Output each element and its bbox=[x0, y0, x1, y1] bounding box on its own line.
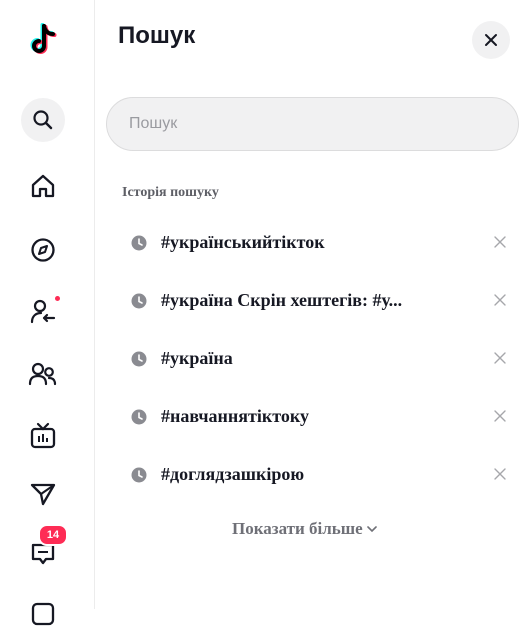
inbox-badge: 14 bbox=[38, 524, 68, 546]
history-item-text: #доглядзашкірою bbox=[161, 464, 305, 484]
search-input[interactable] bbox=[127, 114, 518, 134]
live-nav-button[interactable] bbox=[21, 414, 65, 458]
history-item[interactable]: #україна bbox=[95, 330, 526, 388]
tiktok-logo-icon[interactable] bbox=[21, 18, 65, 62]
panel-title: Пошук bbox=[118, 22, 196, 49]
close-icon bbox=[494, 468, 506, 480]
close-icon bbox=[494, 236, 506, 248]
history-item-text: #українськийтікток bbox=[161, 232, 325, 252]
compass-icon bbox=[31, 238, 55, 262]
search-history-list: #українськийтікток #україна Скрін хештег… bbox=[95, 214, 526, 504]
history-item[interactable]: #доглядзашкірою bbox=[95, 446, 526, 504]
remove-history-button[interactable] bbox=[491, 349, 509, 367]
chevron-down-icon bbox=[366, 526, 377, 533]
history-item-text: #україна Скрін хештегів: #у... bbox=[161, 290, 403, 310]
home-icon bbox=[31, 174, 55, 198]
history-item-text: #україна bbox=[161, 348, 233, 368]
clock-icon bbox=[131, 409, 147, 425]
close-icon bbox=[494, 410, 506, 422]
search-panel: Пошук Історія пошуку #українськийтікток bbox=[95, 0, 526, 609]
remove-history-button[interactable] bbox=[491, 233, 509, 251]
history-item[interactable]: #україна Скрін хештегів: #у... bbox=[95, 272, 526, 330]
remove-history-button[interactable] bbox=[491, 465, 509, 483]
messages-nav-button[interactable] bbox=[21, 472, 65, 516]
friends-icon bbox=[28, 362, 57, 386]
clock-icon bbox=[131, 293, 147, 309]
sidebar-rail: 14 bbox=[0, 0, 95, 626]
clock-icon bbox=[131, 467, 147, 483]
close-icon bbox=[494, 352, 506, 364]
close-icon bbox=[485, 34, 497, 46]
home-nav-button[interactable] bbox=[21, 164, 65, 208]
inbox-nav-button[interactable]: 14 bbox=[21, 524, 68, 576]
more-icon bbox=[31, 602, 55, 626]
history-item[interactable]: #українськийтікток bbox=[95, 214, 526, 272]
remove-history-button[interactable] bbox=[491, 291, 509, 309]
clock-icon bbox=[131, 235, 147, 251]
close-button[interactable] bbox=[472, 21, 510, 59]
send-icon bbox=[30, 483, 56, 506]
clock-icon bbox=[131, 351, 147, 367]
search-box[interactable] bbox=[106, 97, 519, 151]
live-tv-icon bbox=[30, 422, 56, 449]
remove-history-button[interactable] bbox=[491, 407, 509, 425]
history-item-text: #навчаннятіктоку bbox=[161, 406, 309, 426]
friends-nav-button[interactable] bbox=[21, 352, 65, 396]
search-nav-button[interactable] bbox=[21, 98, 65, 142]
close-icon bbox=[494, 294, 506, 306]
more-nav-button[interactable] bbox=[21, 592, 65, 636]
following-nav-button[interactable] bbox=[21, 290, 65, 334]
search-icon bbox=[33, 110, 53, 130]
show-more-label: Показати більше bbox=[232, 519, 363, 538]
follow-user-icon bbox=[30, 299, 56, 324]
show-more-button[interactable]: Показати більше bbox=[232, 519, 377, 539]
notification-dot bbox=[55, 296, 60, 301]
explore-nav-button[interactable] bbox=[21, 228, 65, 272]
history-item[interactable]: #навчаннятіктоку bbox=[95, 388, 526, 446]
history-heading: Історія пошуку bbox=[122, 185, 219, 200]
